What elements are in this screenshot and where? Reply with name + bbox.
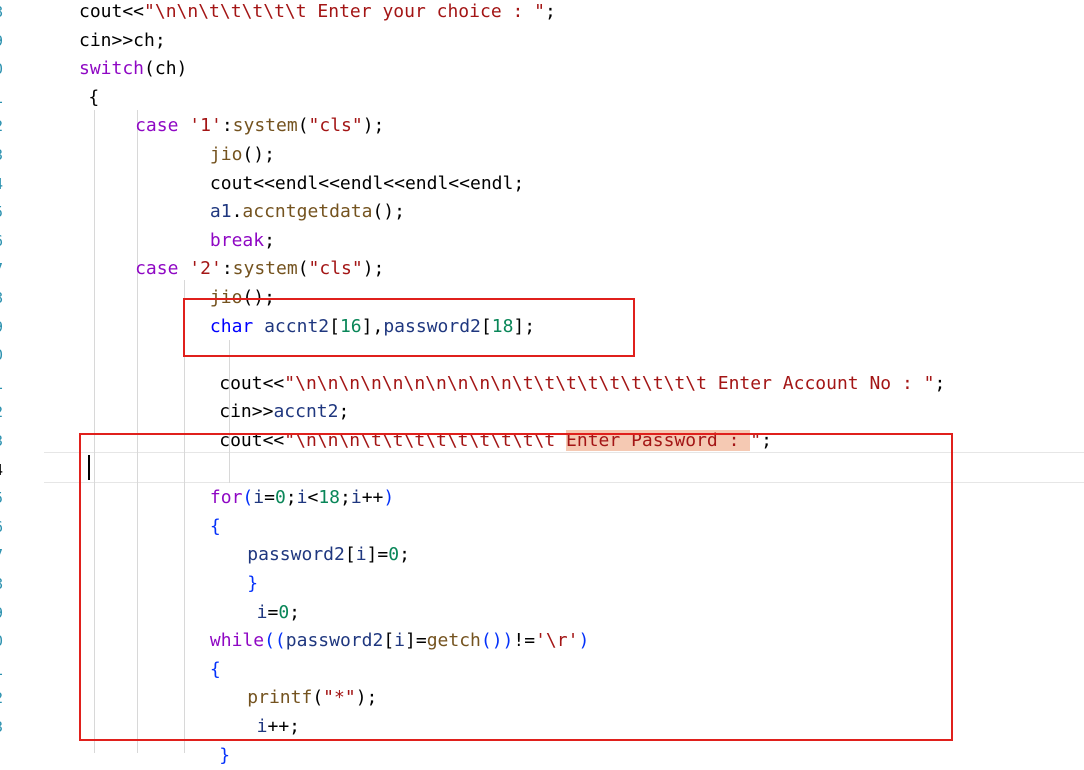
code-line[interactable]: { <box>88 84 99 113</box>
code-token: system <box>232 258 298 280</box>
code-token: case <box>135 115 179 137</box>
code-line[interactable]: case '2':system("cls"); <box>135 255 384 284</box>
code-token: system <box>232 115 298 137</box>
code-line[interactable]: } <box>219 742 230 770</box>
line-number: 1 <box>0 84 6 113</box>
line-number: 9 <box>0 313 6 342</box>
code-token: cin>> <box>219 401 274 423</box>
code-line[interactable]: a1.accntgetdata(); <box>210 198 405 227</box>
code-line[interactable]: case '1':system("cls"); <box>135 112 384 141</box>
code-token: } <box>219 744 231 766</box>
code-token: ( <box>297 258 309 280</box>
code-token: cout<<endl<<endl<<endl<<endl; <box>209 172 525 194</box>
code-token: ; <box>264 229 275 251</box>
line-number: 3 <box>0 427 6 456</box>
code-token: (ch) <box>144 58 188 80</box>
code-token: ); <box>362 258 385 280</box>
code-line[interactable]: cin>>ch; <box>79 27 166 56</box>
code-token: accntgetdata <box>242 201 373 223</box>
code-token: '1' <box>189 115 222 137</box>
code-token: cin>>ch; <box>79 29 166 51</box>
code-token: ( <box>297 115 309 137</box>
line-number: 3 <box>0 141 6 170</box>
code-token: ; <box>545 1 556 22</box>
line-number: 4 <box>0 170 6 199</box>
line-number: 2 <box>0 684 6 713</box>
code-token: { <box>88 86 100 108</box>
line-number: 5 <box>0 484 6 513</box>
line-number: 8 <box>0 0 6 27</box>
code-token: a1 <box>209 201 232 223</box>
line-number: 2 <box>0 398 6 427</box>
code-token: break <box>209 229 265 251</box>
line-number: 3 <box>0 713 6 742</box>
line-number: 1 <box>0 656 6 685</box>
line-number: 7 <box>0 541 6 570</box>
line-number: 7 <box>0 255 6 284</box>
line-number: 0 <box>0 627 6 656</box>
code-line[interactable]: break; <box>210 227 275 256</box>
line-number: 9 <box>0 27 6 56</box>
code-token: (); <box>372 201 405 223</box>
code-token: jio <box>209 144 243 165</box>
code-token: "cls" <box>308 115 363 137</box>
line-number: 6 <box>0 513 6 542</box>
line-number: 8 <box>0 284 6 313</box>
line-number: 5 <box>0 198 6 227</box>
code-line[interactable]: cout<<"\n\n\t\t\t\t\t Enter your choice … <box>79 0 556 27</box>
annotation-box-password-loop <box>79 433 953 741</box>
code-token: . <box>231 201 243 223</box>
line-number: 2 <box>0 112 6 141</box>
code-line[interactable]: switch(ch) <box>79 55 187 84</box>
code-token: accnt2 <box>273 401 339 423</box>
line-number: 0 <box>0 55 6 84</box>
line-number: 0 <box>0 341 6 370</box>
code-line[interactable]: cout<<endl<<endl<<endl<<endl; <box>210 170 524 199</box>
annotation-box-char-declaration <box>183 298 635 357</box>
code-token: : <box>221 115 233 137</box>
line-number: 4 <box>0 456 6 485</box>
code-token: ; <box>934 372 946 394</box>
line-number: 6 <box>0 227 6 256</box>
code-token: (); <box>242 144 275 165</box>
code-token: "cls" <box>308 258 363 280</box>
code-token: case <box>135 258 179 280</box>
code-line[interactable]: jio(); <box>210 141 275 170</box>
code-token: ; <box>338 401 350 423</box>
code-token: cout<< <box>79 1 145 22</box>
code-token: cout<< <box>219 372 285 394</box>
code-token: switch <box>79 58 145 80</box>
code-line[interactable]: cin>>accnt2; <box>219 398 349 427</box>
code-token: '2' <box>189 258 222 280</box>
code-token: ); <box>362 115 385 137</box>
code-line[interactable]: cout<<"\n\n\n\n\n\n\n\n\n\n\t\t\t\t\t\t\… <box>219 370 945 399</box>
code-token: "\n\n\t\t\t\t\t Enter your choice : " <box>144 1 545 22</box>
line-number: 1 <box>0 370 6 399</box>
code-token: "\n\n\n\n\n\n\n\n\n\n\t\t\t\t\t\t\t\t\t … <box>284 372 935 394</box>
line-number: 8 <box>0 570 6 599</box>
line-number: 9 <box>0 599 6 628</box>
line-number-gutter: 89012345678901234567890123 <box>0 0 8 753</box>
code-token: : <box>221 258 233 280</box>
